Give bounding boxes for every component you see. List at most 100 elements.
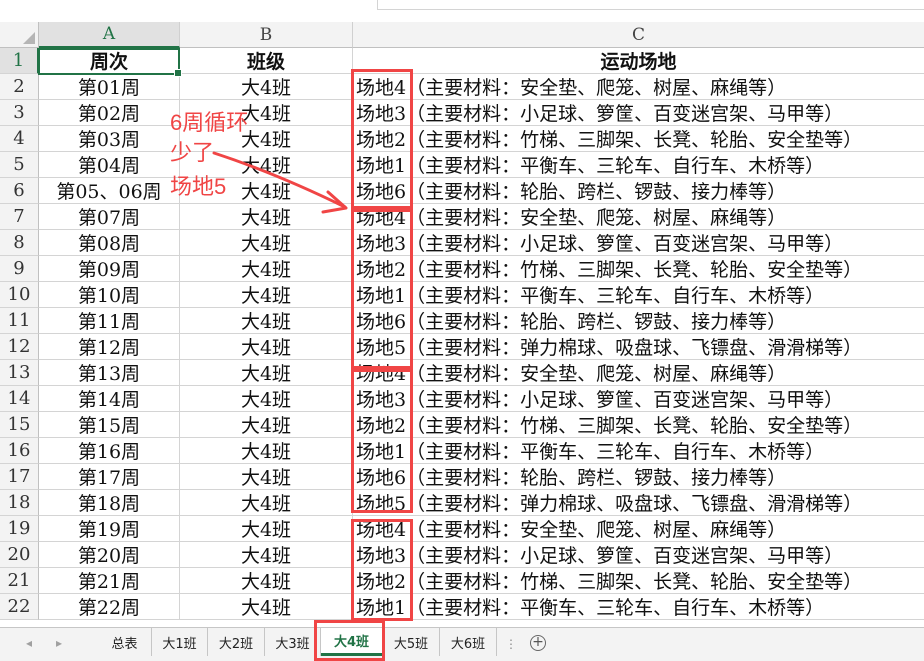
row-header[interactable]: 11 [0, 308, 39, 334]
tab-scroll-left-icon[interactable]: ◂ [26, 636, 32, 650]
row-header[interactable]: 22 [0, 594, 39, 620]
cell-venue[interactable]: 场地1（主要材料：平衡车、三轮车、自行车、木桥等） [353, 152, 924, 178]
tab-overflow-icon[interactable]: ⋮ [505, 637, 517, 651]
sheet-tab[interactable]: 大1班 [152, 628, 208, 656]
cell-venue[interactable]: 场地2（主要材料：竹梯、三脚架、长凳、轮胎、安全垫等） [353, 412, 924, 438]
row-header[interactable]: 20 [0, 542, 39, 568]
header-cell-venue[interactable]: 运动场地 [353, 48, 924, 74]
cell-week[interactable]: 第11周 [39, 308, 180, 334]
cell-week[interactable]: 第22周 [39, 594, 180, 620]
row-header[interactable]: 4 [0, 126, 39, 152]
header-cell-class[interactable]: 班级 [180, 48, 353, 74]
sheet-tab[interactable]: 大6班 [440, 628, 497, 656]
cell-week[interactable]: 第12周 [39, 334, 180, 360]
row-header[interactable]: 2 [0, 74, 39, 100]
cell-venue[interactable]: 场地2（主要材料：竹梯、三脚架、长凳、轮胎、安全垫等） [353, 568, 924, 594]
row-header[interactable]: 8 [0, 230, 39, 256]
cell-week[interactable]: 第10周 [39, 282, 180, 308]
row-header[interactable]: 7 [0, 204, 39, 230]
select-all-corner[interactable] [0, 22, 39, 48]
cell-venue[interactable]: 场地3（主要材料：小足球、箩筐、百变迷宫架、马甲等） [353, 542, 924, 568]
cell-venue[interactable]: 场地3（主要材料：小足球、箩筐、百变迷宫架、马甲等） [353, 230, 924, 256]
cell-week[interactable]: 第13周 [39, 360, 180, 386]
row-header[interactable]: 17 [0, 464, 39, 490]
cell-venue[interactable]: 场地4（主要材料：安全垫、爬笼、树屋、麻绳等） [353, 360, 924, 386]
sheet-tab[interactable]: 大3班 [265, 628, 321, 656]
cell-week[interactable]: 第21周 [39, 568, 180, 594]
cell-venue[interactable]: 场地3（主要材料：小足球、箩筐、百变迷宫架、马甲等） [353, 386, 924, 412]
sheet-tab[interactable]: 大4班 [321, 628, 383, 656]
cell-week[interactable]: 第19周 [39, 516, 180, 542]
row-header[interactable]: 19 [0, 516, 39, 542]
column-header-b[interactable]: B [180, 22, 353, 48]
sheet-tab[interactable]: 大5班 [383, 628, 440, 656]
cell-venue[interactable]: 场地2（主要材料：竹梯、三脚架、长凳、轮胎、安全垫等） [353, 256, 924, 282]
row-header[interactable]: 21 [0, 568, 39, 594]
cell-class[interactable]: 大4班 [180, 204, 353, 230]
cell-venue[interactable]: 场地4（主要材料：安全垫、爬笼、树屋、麻绳等） [353, 74, 924, 100]
sheet-tab[interactable]: 总表 [98, 628, 152, 656]
column-header-a[interactable]: A [39, 22, 180, 48]
cell-week[interactable]: 第14周 [39, 386, 180, 412]
row-header[interactable]: 16 [0, 438, 39, 464]
row-header[interactable]: 5 [0, 152, 39, 178]
cell-venue[interactable]: 场地3（主要材料：小足球、箩筐、百变迷宫架、马甲等） [353, 100, 924, 126]
cell-venue[interactable]: 场地4（主要材料：安全垫、爬笼、树屋、麻绳等） [353, 204, 924, 230]
row-header[interactable]: 1 [0, 48, 39, 74]
row-header[interactable]: 13 [0, 360, 39, 386]
cell-class[interactable]: 大4班 [180, 386, 353, 412]
row-header[interactable]: 18 [0, 490, 39, 516]
row-header[interactable]: 10 [0, 282, 39, 308]
formula-bar-input[interactable] [377, 0, 924, 10]
header-cell-week[interactable]: 周次 [39, 48, 180, 74]
cell-week[interactable]: 第05、06周 [39, 178, 180, 204]
sheet-tab[interactable]: 大2班 [208, 628, 265, 656]
row-header[interactable]: 15 [0, 412, 39, 438]
cell-class[interactable]: 大4班 [180, 360, 353, 386]
column-header-c[interactable]: C [353, 22, 924, 48]
cell-venue[interactable]: 场地4（主要材料：安全垫、爬笼、树屋、麻绳等） [353, 516, 924, 542]
cell-class[interactable]: 大4班 [180, 438, 353, 464]
cell-week[interactable]: 第03周 [39, 126, 180, 152]
cell-class[interactable]: 大4班 [180, 74, 353, 100]
cell-class[interactable]: 大4班 [180, 334, 353, 360]
cell-venue[interactable]: 场地1（主要材料：平衡车、三轮车、自行车、木桥等） [353, 282, 924, 308]
cell-week[interactable]: 第18周 [39, 490, 180, 516]
cell-venue[interactable]: 场地1（主要材料：平衡车、三轮车、自行车、木桥等） [353, 438, 924, 464]
cell-venue[interactable]: 场地6（主要材料：轮胎、跨栏、锣鼓、接力棒等） [353, 308, 924, 334]
cell-class[interactable]: 大4班 [180, 542, 353, 568]
cell-class[interactable]: 大4班 [180, 594, 353, 620]
row-header[interactable]: 9 [0, 256, 39, 282]
cell-week[interactable]: 第16周 [39, 438, 180, 464]
cell-class[interactable]: 大4班 [180, 256, 353, 282]
cell-venue[interactable]: 场地2（主要材料：竹梯、三脚架、长凳、轮胎、安全垫等） [353, 126, 924, 152]
add-sheet-icon[interactable]: + [530, 635, 546, 651]
tab-scroll-right-icon[interactable]: ▸ [56, 636, 62, 650]
cell-class[interactable]: 大4班 [180, 412, 353, 438]
cell-week[interactable]: 第20周 [39, 542, 180, 568]
cell-class[interactable]: 大4班 [180, 308, 353, 334]
cell-week[interactable]: 第04周 [39, 152, 180, 178]
cell-class[interactable]: 大4班 [180, 230, 353, 256]
cell-class[interactable]: 大4班 [180, 568, 353, 594]
row-header[interactable]: 14 [0, 386, 39, 412]
cell-venue[interactable]: 场地6（主要材料：轮胎、跨栏、锣鼓、接力棒等） [353, 178, 924, 204]
cell-week[interactable]: 第01周 [39, 74, 180, 100]
cell-week[interactable]: 第17周 [39, 464, 180, 490]
cell-class[interactable]: 大4班 [180, 282, 353, 308]
cell-venue[interactable]: 场地1（主要材料：平衡车、三轮车、自行车、木桥等） [353, 594, 924, 620]
row-header[interactable]: 6 [0, 178, 39, 204]
cell-week[interactable]: 第07周 [39, 204, 180, 230]
row-header[interactable]: 12 [0, 334, 39, 360]
cell-venue[interactable]: 场地5（主要材料：弹力棉球、吸盘球、飞镖盘、滑滑梯等） [353, 490, 924, 516]
cell-class[interactable]: 大4班 [180, 516, 353, 542]
cell-week[interactable]: 第09周 [39, 256, 180, 282]
cell-class[interactable]: 大4班 [180, 490, 353, 516]
cell-week[interactable]: 第02周 [39, 100, 180, 126]
cell-venue[interactable]: 场地5（主要材料：弹力棉球、吸盘球、飞镖盘、滑滑梯等） [353, 334, 924, 360]
cell-week[interactable]: 第08周 [39, 230, 180, 256]
cell-venue[interactable]: 场地6（主要材料：轮胎、跨栏、锣鼓、接力棒等） [353, 464, 924, 490]
row-header[interactable]: 3 [0, 100, 39, 126]
cell-week[interactable]: 第15周 [39, 412, 180, 438]
cell-class[interactable]: 大4班 [180, 464, 353, 490]
